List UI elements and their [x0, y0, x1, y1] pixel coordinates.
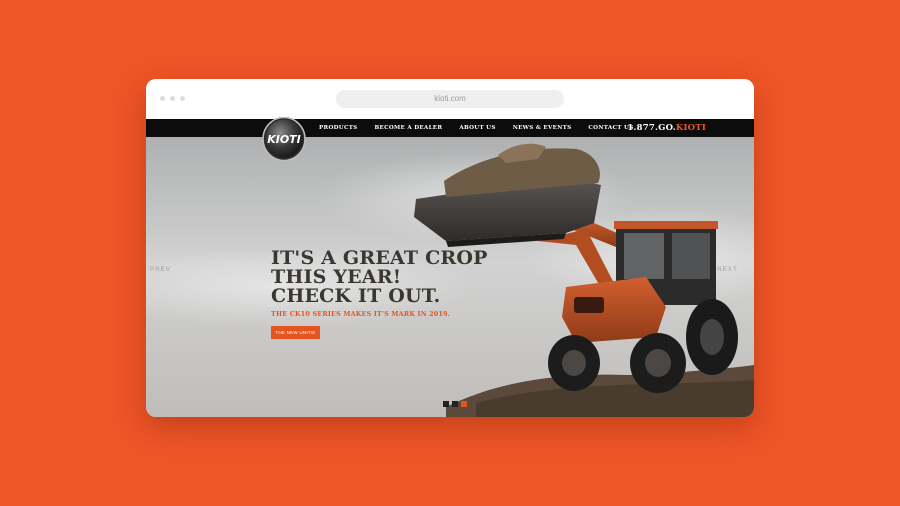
- new-units-button[interactable]: THE NEW UNITS!: [271, 326, 320, 339]
- window-controls: [160, 96, 185, 101]
- slide-indicator[interactable]: [452, 401, 458, 407]
- browser-toolbar: kioti.com: [146, 79, 754, 119]
- nav-item-about-us[interactable]: ABOUT US: [459, 125, 495, 131]
- hero-subheadline: THE CK10 SERIES MAKES IT'S MARK IN 2019.: [271, 310, 451, 318]
- phone-suffix: KIOTI: [675, 123, 706, 133]
- headline-line: CHECK IT OUT.: [271, 285, 441, 307]
- kioti-logo[interactable]: KIOTI: [262, 117, 306, 163]
- slide-indicator-active[interactable]: [461, 401, 467, 407]
- nav-item-become-a-dealer[interactable]: BECOME A DEALER: [375, 125, 443, 131]
- slide-indicator[interactable]: [443, 401, 449, 407]
- logo-wordmark: KIOTI: [267, 133, 301, 146]
- phone-number[interactable]: 1.877.GO.KIOTI: [627, 119, 706, 137]
- prev-slide-button[interactable]: PREV: [150, 267, 171, 273]
- hero-slider: IT'S A GREAT CROP THIS YEAR! CHECK IT OU…: [146, 137, 754, 417]
- slide-indicators: [443, 401, 467, 407]
- maximize-dot-icon[interactable]: [180, 96, 185, 101]
- close-dot-icon[interactable]: [160, 96, 165, 101]
- browser-window: kioti.com PRODUCTS BECOME A DEALER ABOUT…: [146, 79, 754, 417]
- phone-prefix: 1.877.GO.: [627, 123, 676, 133]
- minimize-dot-icon[interactable]: [170, 96, 175, 101]
- main-menu: PRODUCTS BECOME A DEALER ABOUT US NEWS &…: [319, 119, 651, 137]
- site-navbar: PRODUCTS BECOME A DEALER ABOUT US NEWS &…: [146, 119, 754, 137]
- nav-item-products[interactable]: PRODUCTS: [319, 125, 358, 131]
- next-slide-button[interactable]: NEXT: [717, 267, 738, 273]
- nav-item-news-events[interactable]: NEWS & EVENTS: [513, 125, 572, 131]
- hero-headline: IT'S A GREAT CROP THIS YEAR! CHECK IT OU…: [271, 249, 488, 306]
- address-bar[interactable]: kioti.com: [336, 90, 564, 108]
